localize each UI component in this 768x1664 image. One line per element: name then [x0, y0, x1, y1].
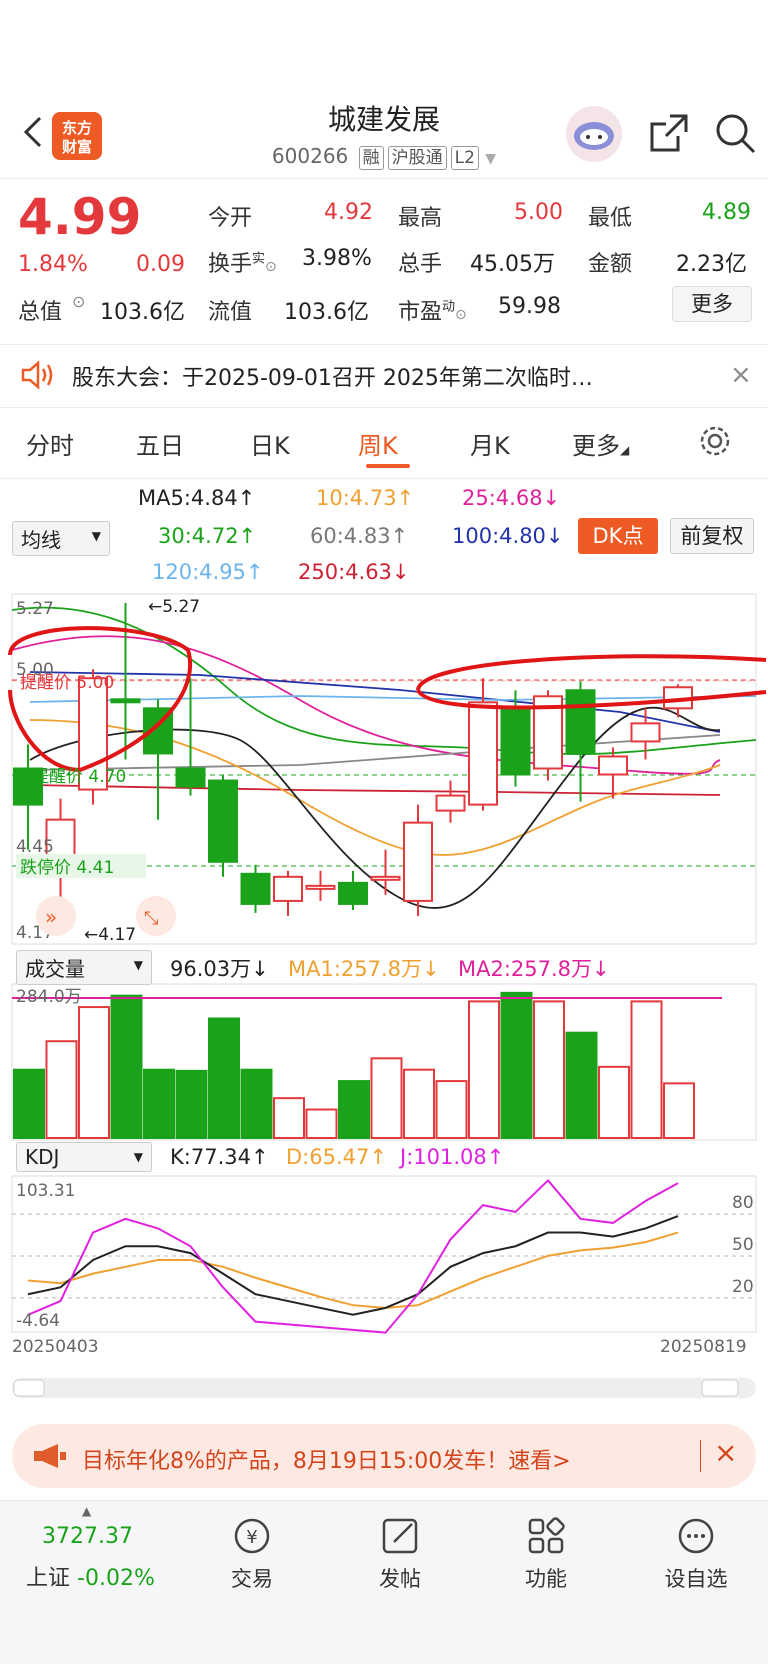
- kdj-k-line: [27, 1215, 679, 1316]
- double-arrow-glyph: »: [45, 905, 57, 929]
- candle-body: [273, 875, 303, 902]
- kdj-y-bottom: -4.64: [16, 1311, 60, 1331]
- date-start: 20250403: [12, 1337, 99, 1357]
- candle-body: [435, 794, 466, 812]
- candle-body: [565, 689, 596, 755]
- volume-bar: [500, 991, 533, 1139]
- index-up-icon: ▲: [82, 1504, 92, 1518]
- candle-body: [110, 698, 141, 704]
- volume-bar: [110, 994, 143, 1140]
- candle-body: [468, 701, 498, 806]
- volume-ma2: MA2:257.8万↓: [458, 957, 610, 981]
- more-dots-icon: [678, 1518, 714, 1554]
- candle-body: [500, 707, 531, 776]
- volume-selector[interactable]: 成交量 ▼: [16, 950, 152, 985]
- index-name: 上证: [26, 1566, 71, 1591]
- volume-bar: [533, 1000, 565, 1140]
- index-change: -0.02%: [77, 1566, 155, 1591]
- min-label: ←4.17: [84, 925, 136, 945]
- index-value[interactable]: 3727.37: [42, 1524, 133, 1549]
- nav-post-label: 发帖: [379, 1567, 421, 1591]
- grid-icon: [528, 1517, 565, 1554]
- scroll-handle-right[interactable]: [701, 1379, 739, 1397]
- volume-bars: [13, 991, 695, 1140]
- volume-bar: [305, 1108, 338, 1139]
- max-label: ←5.27: [148, 597, 200, 617]
- edit-icon: [382, 1518, 418, 1554]
- volume-bar: [273, 1097, 305, 1139]
- kline-y-top: 5.27: [16, 599, 54, 619]
- trade-icon: ¥: [234, 1518, 270, 1554]
- volume-bar: [565, 1031, 598, 1139]
- kdj-j-line: [27, 1178, 679, 1334]
- volume-bar: [78, 1006, 110, 1139]
- nav-watchlist[interactable]: 设自选: [636, 1514, 756, 1593]
- volume-bar: [143, 1068, 175, 1139]
- chart-scrollbar[interactable]: [12, 1378, 756, 1398]
- ad-close-icon[interactable]: ×: [714, 1436, 737, 1469]
- ad-divider: [700, 1440, 701, 1472]
- volume-bar: [338, 1080, 370, 1139]
- volume-bar: [630, 1000, 663, 1140]
- alert-label-500: 提醒价 5.00: [20, 673, 114, 693]
- kdj-level-20: 20: [732, 1277, 754, 1297]
- candle-body: [240, 872, 271, 905]
- nav-function[interactable]: 功能: [486, 1514, 606, 1593]
- kdj-selector[interactable]: KDJ ▼: [16, 1142, 152, 1172]
- candle-body: [305, 884, 336, 890]
- volume-bar: [240, 1068, 273, 1139]
- volume-y-top: 284.0万: [16, 987, 82, 1007]
- candle-body: [630, 722, 661, 743]
- ad-text[interactable]: 目标年化8%的产品，8月19日15:00发车！速看>: [82, 1443, 571, 1475]
- kdj-y-top: 103.31: [16, 1181, 75, 1201]
- index-line[interactable]: 上证 -0.02%: [26, 1560, 155, 1592]
- kdj-j-value: J:101.08↑: [400, 1145, 505, 1169]
- nav-watchlist-label: 设自选: [664, 1567, 728, 1591]
- volume-bar: [403, 1068, 435, 1139]
- volume-bar: [468, 1000, 500, 1140]
- volume-bar: [663, 1082, 695, 1140]
- kdj-level-50: 50: [732, 1235, 754, 1255]
- volume-bar: [13, 1068, 45, 1139]
- volume-value: 96.03万↓: [170, 957, 269, 981]
- volume-bar: [435, 1080, 468, 1139]
- candle-body: [175, 767, 206, 788]
- volume-bar: [208, 1017, 240, 1140]
- svg-text:¥: ¥: [246, 1527, 257, 1548]
- volume-bar: [598, 1065, 630, 1140]
- candle-body: [338, 881, 368, 905]
- fullscreen-glyph: ⤡: [144, 908, 158, 929]
- chart-area[interactable]: 5.27 5.00 4.45 4.17 ←5.27 ←4.17 提醒价 5.00…: [0, 0, 768, 1400]
- volume-ma1: MA1:257.8万↓: [288, 957, 440, 981]
- candle-body: [403, 821, 433, 902]
- nav-post[interactable]: 发帖: [340, 1514, 460, 1593]
- date-end: 20250819: [660, 1337, 747, 1357]
- candle-body: [370, 875, 401, 881]
- kdj-k-value: K:77.34↑: [170, 1145, 269, 1169]
- candle-body: [598, 755, 628, 776]
- kdj-d-line: [27, 1231, 679, 1309]
- megaphone-icon: [32, 1442, 68, 1470]
- nav-function-label: 功能: [525, 1567, 567, 1591]
- scroll-handle-left[interactable]: [13, 1379, 45, 1397]
- volume-bar: [45, 1040, 78, 1139]
- alert-label-470: 提醒价 4.70: [32, 767, 126, 787]
- volume-bar: [370, 1057, 403, 1140]
- candle-body: [208, 779, 238, 863]
- volume-bar: [175, 1069, 208, 1140]
- limit-down-label: 跌停价 4.41: [20, 858, 114, 878]
- kdj-d-value: D:65.47↑: [286, 1145, 387, 1169]
- nav-trade[interactable]: ¥ 交易: [192, 1514, 312, 1593]
- nav-trade-label: 交易: [231, 1567, 273, 1591]
- kdj-level-80: 80: [732, 1193, 754, 1213]
